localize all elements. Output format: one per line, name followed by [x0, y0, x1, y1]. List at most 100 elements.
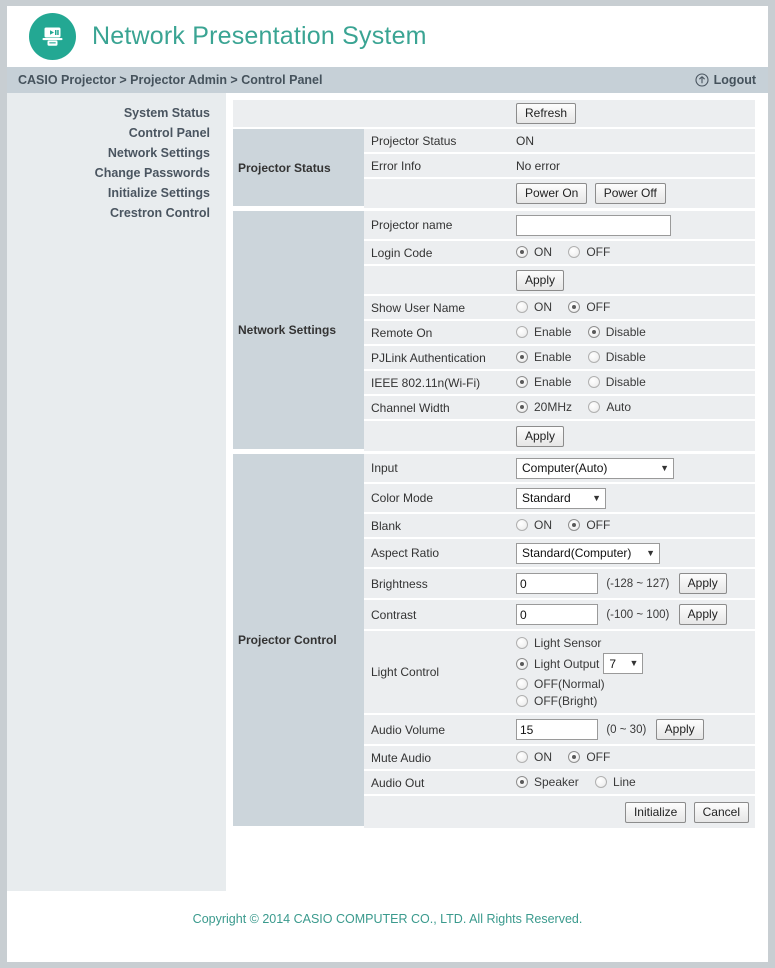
sidebar-item-system-status[interactable]: System Status	[7, 103, 210, 123]
brightness-label: Brightness	[364, 569, 512, 600]
apply-button-network[interactable]: Apply	[516, 425, 565, 447]
input-select[interactable]: Computer(Auto) ▼	[516, 457, 674, 479]
audio-out-radio-speaker[interactable]: Speaker	[516, 775, 579, 789]
channel-width-radio-20mhz[interactable]: 20MHz	[516, 400, 572, 414]
radio-selected-icon	[516, 775, 528, 788]
radio-label: ON	[534, 749, 552, 764]
mute-audio-radio-off[interactable]: OFF	[568, 750, 610, 764]
radio-label: Light Output	[534, 656, 600, 671]
light-control-radio-off-normal[interactable]: OFF(Normal)	[516, 677, 755, 691]
breadcrumb[interactable]: CASIO Projector > Projector Admin > Cont…	[18, 73, 322, 87]
show-user-name-radio-on[interactable]: ON	[516, 300, 552, 314]
radio-label: Disable	[605, 324, 646, 339]
pjlink-auth-radio-disable[interactable]: Disable	[587, 349, 646, 364]
radio-selected-icon	[516, 245, 528, 258]
apply-button-contrast[interactable]: Apply	[678, 603, 727, 625]
table-row: Projector Status Projector Status ON	[233, 129, 755, 208]
sidebar-item-control-panel[interactable]: Control Panel	[7, 123, 210, 143]
input-cell: Computer(Auto) ▼	[512, 454, 755, 484]
projector-control-panel: Projector Control Input Computer(Auto) ▼…	[233, 454, 755, 828]
projector-status-panel: Refresh Projector Status Projector Statu…	[233, 100, 755, 208]
sidebar-item-network-settings[interactable]: Network Settings	[7, 143, 210, 163]
projector-name-input[interactable]	[516, 214, 671, 236]
power-off-button[interactable]: Power Off	[594, 183, 666, 204]
radio-label: Speaker	[534, 774, 579, 789]
input-label: Input	[364, 454, 512, 484]
brightness-input[interactable]	[516, 573, 598, 595]
aspect-ratio-select[interactable]: Standard(Computer) ▼	[516, 542, 660, 564]
empty-cell	[364, 421, 512, 451]
radio-label: ON	[534, 244, 552, 259]
light-control-label: Light Control	[364, 631, 512, 715]
radio-label: Enable	[534, 324, 572, 339]
brightness-range: (-128 ~ 127)	[606, 577, 670, 590]
projector-name-cell	[512, 211, 755, 241]
radio-icon	[516, 325, 528, 338]
radio-icon	[587, 350, 600, 363]
radio-label: OFF	[586, 749, 611, 764]
footer-buttons-cell: Initialize Cancel	[512, 796, 755, 828]
radio-icon	[516, 637, 528, 649]
radio-icon	[516, 518, 528, 531]
logout-button[interactable]: Logout	[695, 73, 756, 87]
radio-label: Auto	[606, 399, 632, 414]
radio-icon	[595, 775, 608, 788]
ieee-wifi-radio-disable[interactable]: Disable	[587, 375, 646, 389]
light-control-radio-light-sensor[interactable]: Light Sensor	[516, 636, 755, 650]
refresh-button[interactable]: Refresh	[516, 103, 577, 124]
apply-button-login[interactable]: Apply	[516, 269, 565, 291]
apply-button-audio-volume[interactable]: Apply	[655, 718, 704, 740]
color-mode-select[interactable]: Standard ▼	[516, 487, 606, 509]
radio-label: Disable	[605, 349, 646, 364]
projector-status-label: Projector Status	[364, 129, 512, 154]
app-header: Network Presentation System	[7, 6, 768, 66]
section-label-network-settings: Network Settings	[233, 211, 364, 451]
ieee-wifi-radio-enable[interactable]: Enable	[516, 375, 571, 389]
audio-volume-input[interactable]	[516, 719, 598, 741]
audio-out-radio-line[interactable]: Line	[595, 775, 636, 789]
audio-out-label: Audio Out	[364, 771, 512, 796]
chevron-down-icon: ▼	[629, 658, 639, 668]
radio-selected-icon	[568, 300, 581, 313]
mute-audio-radio-on[interactable]: ON	[516, 750, 552, 764]
blank-radio-on[interactable]: ON	[516, 518, 552, 532]
radio-selected-icon	[516, 350, 528, 363]
audio-volume-label: Audio Volume	[364, 715, 512, 746]
blank-radio-off[interactable]: OFF	[568, 518, 610, 532]
radio-icon	[516, 695, 528, 707]
channel-width-radio-auto[interactable]: Auto	[588, 400, 631, 414]
sidebar-item-initialize-settings[interactable]: Initialize Settings	[7, 183, 210, 203]
app-page: Network Presentation System CASIO Projec…	[7, 6, 768, 962]
light-control-radio-light-output[interactable]: Light Output 7 ▼	[516, 653, 755, 674]
cancel-button[interactable]: Cancel	[693, 801, 749, 823]
color-mode-select-value: Standard	[522, 491, 571, 505]
remote-on-radio-disable[interactable]: Disable	[587, 324, 646, 339]
contrast-label: Contrast	[364, 600, 512, 631]
logout-label: Logout	[713, 73, 756, 87]
show-user-name-radio-off[interactable]: OFF	[568, 300, 610, 314]
radio-label: OFF(Bright)	[534, 694, 598, 708]
table-row: Refresh	[233, 100, 755, 129]
light-output-select[interactable]: 7 ▼	[603, 653, 644, 674]
color-mode-label: Color Mode	[364, 484, 512, 514]
channel-width-label: Channel Width	[364, 396, 512, 421]
sidebar: System Status Control Panel Network Sett…	[7, 93, 226, 891]
empty-cell	[364, 100, 512, 129]
apply-button-brightness[interactable]: Apply	[678, 572, 727, 594]
aspect-ratio-label: Aspect Ratio	[364, 539, 512, 569]
radio-selected-icon	[587, 325, 600, 338]
initialize-button[interactable]: Initialize	[624, 801, 687, 823]
pjlink-auth-radio-enable[interactable]: Enable	[516, 350, 571, 364]
radio-icon	[587, 375, 600, 388]
login-code-radio-on[interactable]: ON	[516, 245, 552, 259]
login-code-radio-off[interactable]: OFF	[568, 245, 610, 259]
remote-on-radio-enable[interactable]: Enable	[516, 325, 571, 339]
audio-volume-range: (0 ~ 30)	[606, 723, 647, 736]
power-on-button[interactable]: Power On	[516, 183, 588, 204]
sidebar-item-crestron-control[interactable]: Crestron Control	[7, 203, 210, 223]
light-control-radio-off-bright[interactable]: OFF(Bright)	[516, 694, 755, 708]
contrast-input[interactable]	[516, 604, 598, 626]
sidebar-item-change-passwords[interactable]: Change Passwords	[7, 163, 210, 183]
audio-volume-cell: (0 ~ 30) Apply	[512, 715, 755, 746]
chevron-down-icon: ▼	[592, 492, 601, 503]
